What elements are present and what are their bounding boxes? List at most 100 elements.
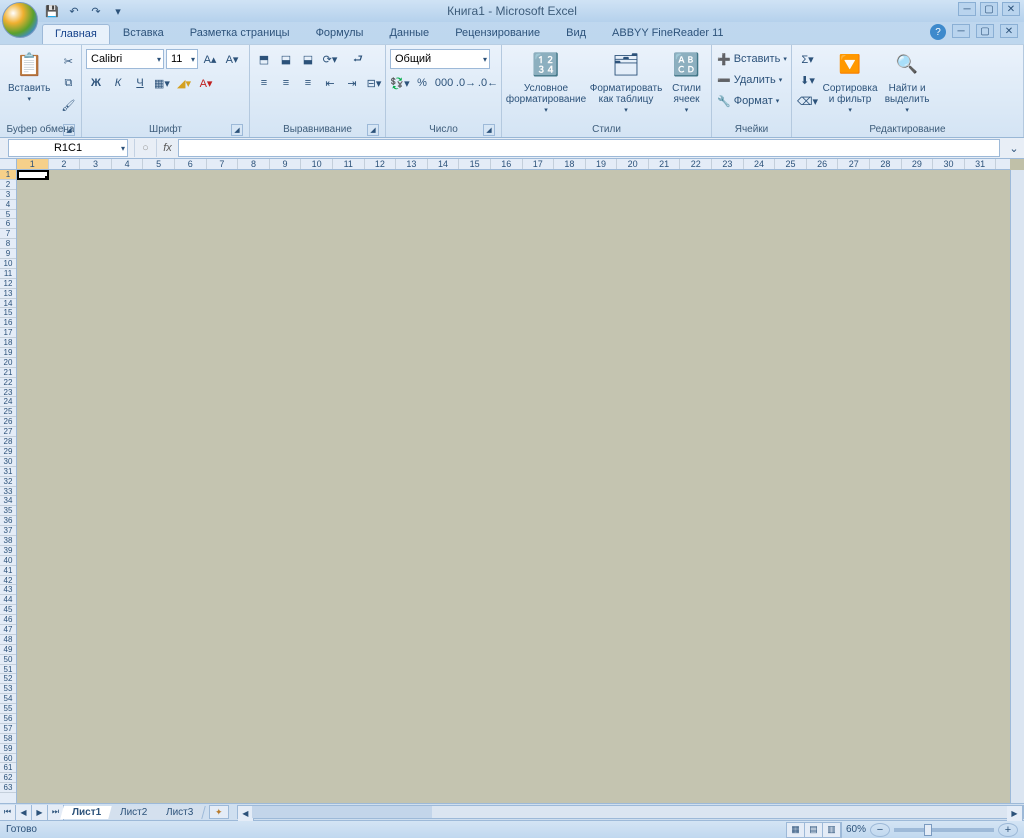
row-header[interactable]: 14 — [0, 299, 16, 309]
col-header[interactable]: 10 — [301, 159, 333, 169]
find-select-button[interactable]: 🔍 Найти и выделить▾ — [881, 47, 933, 117]
col-header[interactable]: 14 — [428, 159, 460, 169]
clear-icon[interactable]: ⌫▾ — [796, 91, 819, 111]
col-header[interactable]: 4 — [112, 159, 144, 169]
save-icon[interactable]: 💾 — [42, 2, 62, 20]
row-header[interactable]: 34 — [0, 496, 16, 506]
tab-review[interactable]: Рецензирование — [442, 23, 553, 44]
row-header[interactable]: 55 — [0, 704, 16, 714]
wrap-text-icon[interactable]: ⮐ — [348, 49, 368, 69]
col-header[interactable]: 11 — [333, 159, 365, 169]
row-header[interactable]: 35 — [0, 506, 16, 516]
row-header[interactable]: 24 — [0, 397, 16, 407]
fill-color-icon[interactable]: ◢▾ — [174, 73, 194, 93]
alignment-dialog-launcher[interactable]: ◢ — [367, 124, 379, 136]
row-header[interactable]: 1 — [0, 170, 16, 180]
hscroll-thumb[interactable] — [252, 806, 432, 818]
fill-icon[interactable]: ⬇▾ — [796, 70, 819, 90]
first-sheet-icon[interactable]: ⏮ — [0, 805, 16, 820]
row-header[interactable]: 26 — [0, 417, 16, 427]
row-header[interactable]: 58 — [0, 734, 16, 744]
align-center-icon[interactable]: ≡ — [276, 73, 296, 93]
orientation-icon[interactable]: ⟳▾ — [320, 49, 340, 69]
align-left-icon[interactable]: ≡ — [254, 73, 274, 93]
new-sheet-icon[interactable]: ✦ — [209, 805, 229, 819]
merge-cells-icon[interactable]: ⊟▾ — [364, 73, 384, 93]
comma-icon[interactable]: 000 — [434, 73, 454, 93]
row-header[interactable]: 23 — [0, 388, 16, 398]
row-header[interactable]: 5 — [0, 210, 16, 220]
col-header[interactable]: 9 — [270, 159, 302, 169]
row-header[interactable]: 3 — [0, 190, 16, 200]
row-header[interactable]: 16 — [0, 318, 16, 328]
fx-icon[interactable]: fx — [156, 139, 178, 157]
zoom-level[interactable]: 60% — [846, 824, 866, 835]
row-header[interactable]: 45 — [0, 605, 16, 615]
col-header[interactable]: 17 — [523, 159, 555, 169]
col-header[interactable]: 27 — [838, 159, 870, 169]
row-header[interactable]: 18 — [0, 338, 16, 348]
row-header[interactable]: 6 — [0, 219, 16, 229]
page-layout-view-icon[interactable]: ▤ — [805, 823, 823, 837]
fill-handle[interactable] — [45, 176, 49, 180]
active-cell[interactable] — [17, 170, 49, 180]
decrease-indent-icon[interactable]: ⇤ — [320, 73, 340, 93]
row-header[interactable]: 47 — [0, 625, 16, 635]
tab-data[interactable]: Данные — [376, 23, 442, 44]
page-break-view-icon[interactable]: ▥ — [823, 823, 841, 837]
row-header[interactable]: 40 — [0, 556, 16, 566]
row-header[interactable]: 13 — [0, 289, 16, 299]
autosum-icon[interactable]: Σ▾ — [796, 49, 819, 69]
col-header[interactable]: 13 — [396, 159, 428, 169]
clipboard-dialog-launcher[interactable]: ◢ — [63, 124, 75, 136]
row-header[interactable]: 50 — [0, 655, 16, 665]
next-sheet-icon[interactable]: ▶ — [32, 805, 48, 820]
name-box[interactable]: R1C1 — [8, 139, 128, 157]
row-header[interactable]: 52 — [0, 674, 16, 684]
sheet-tab-2[interactable]: Лист2 — [108, 806, 160, 819]
align-middle-icon[interactable]: ⬓ — [276, 49, 296, 69]
col-header[interactable]: 26 — [807, 159, 839, 169]
cells-area[interactable] — [17, 170, 1010, 803]
grow-font-icon[interactable]: A▴ — [200, 49, 220, 69]
bold-button[interactable]: Ж — [86, 73, 106, 93]
italic-button[interactable]: К — [108, 73, 128, 93]
row-header[interactable]: 48 — [0, 635, 16, 645]
row-header[interactable]: 46 — [0, 615, 16, 625]
align-top-icon[interactable]: ⬒ — [254, 49, 274, 69]
expand-formula-bar-icon[interactable]: ⌄ — [1004, 138, 1024, 158]
col-header[interactable]: 31 — [965, 159, 997, 169]
row-header[interactable]: 10 — [0, 259, 16, 269]
select-all-corner[interactable] — [0, 159, 17, 170]
zoom-thumb[interactable] — [924, 824, 932, 836]
row-header[interactable]: 28 — [0, 437, 16, 447]
col-header[interactable]: 12 — [365, 159, 397, 169]
row-header[interactable]: 49 — [0, 645, 16, 655]
row-header[interactable]: 41 — [0, 566, 16, 576]
help-icon[interactable]: ? — [930, 24, 946, 40]
redo-icon[interactable]: ↷ — [86, 2, 106, 20]
row-header[interactable]: 39 — [0, 546, 16, 556]
conditional-formatting-button[interactable]: 🔢 Условное форматирование▾ — [506, 47, 586, 117]
sheet-tab-1[interactable]: Лист1 — [60, 806, 114, 819]
font-dialog-launcher[interactable]: ◢ — [231, 124, 243, 136]
workbook-close-button[interactable]: ✕ — [1000, 24, 1018, 38]
column-headers[interactable]: 1234567891011121314151617181920212223242… — [17, 159, 1010, 170]
format-cells-button[interactable]: 🔧Формат▾ — [716, 91, 790, 111]
row-header[interactable]: 51 — [0, 665, 16, 675]
row-header[interactable]: 33 — [0, 487, 16, 497]
col-header[interactable]: 19 — [586, 159, 618, 169]
row-header[interactable]: 32 — [0, 477, 16, 487]
sort-filter-button[interactable]: 🔽 Сортировка и фильтр▾ — [823, 47, 877, 117]
font-color-icon[interactable]: A▾ — [196, 73, 216, 93]
col-header[interactable]: 28 — [870, 159, 902, 169]
col-header[interactable]: 5 — [143, 159, 175, 169]
row-header[interactable]: 53 — [0, 684, 16, 694]
row-header[interactable]: 59 — [0, 744, 16, 754]
col-header[interactable]: 1 — [17, 159, 49, 169]
row-header[interactable]: 21 — [0, 368, 16, 378]
copy-icon[interactable]: ⧉ — [58, 73, 78, 93]
row-header[interactable]: 31 — [0, 467, 16, 477]
row-header[interactable]: 8 — [0, 239, 16, 249]
close-button[interactable]: ✕ — [1002, 2, 1020, 16]
